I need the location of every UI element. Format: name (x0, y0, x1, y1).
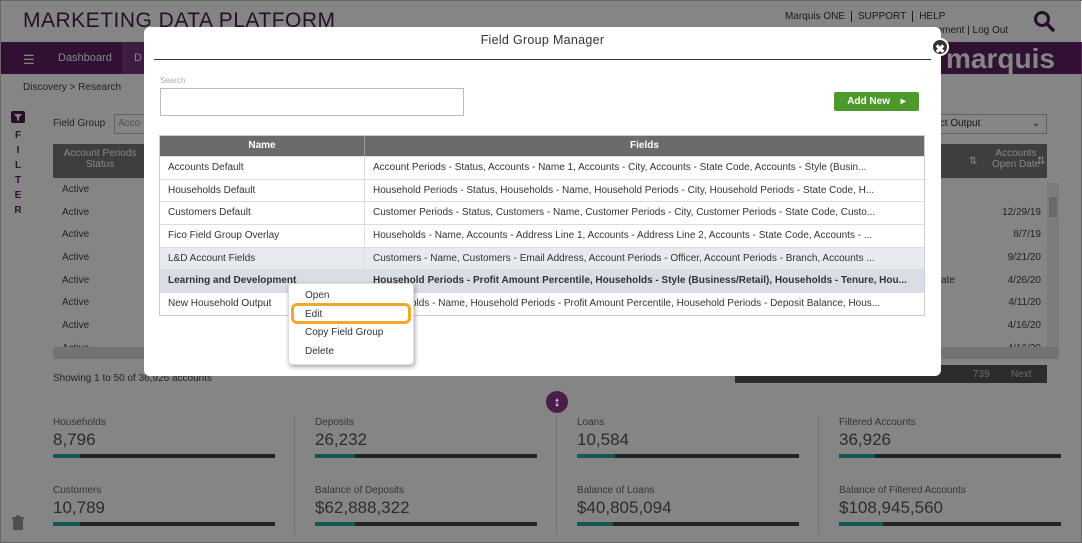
row-name: Customers Default (160, 202, 365, 225)
row-fields: Customer Periods - Status, Customers - N… (373, 207, 876, 219)
menu-item-delete[interactable]: Delete (305, 346, 334, 357)
row-name: Fico Field Group Overlay (160, 225, 365, 247)
table-row[interactable]: Accounts Default Account Periods - Statu… (160, 156, 924, 179)
row-fields: olds - Name, Household Periods - Profit … (365, 293, 924, 315)
field-group-table: Name Fields Accounts Default Account Per… (159, 135, 925, 316)
close-icon[interactable]: ✖ (931, 38, 949, 56)
table-row[interactable]: Customers Default Customer Periods - Sta… (160, 201, 924, 225)
chevron-right-icon: ▸ (900, 96, 906, 107)
row-fields: Customers - Name, Customers - Email Addr… (373, 252, 875, 264)
table-row[interactable]: Households Default Household Periods - S… (160, 178, 924, 202)
context-menu: Open Edit Copy Field Group Delete (288, 283, 414, 365)
field-group-manager-dialog: Field Group Manager Search Add New ▸ Nam… (144, 27, 941, 376)
table-row[interactable]: New Household Output olds - Name, Househ… (160, 292, 924, 315)
row-fields-text: olds - Name, Household Periods - Profit … (411, 298, 881, 310)
search-input[interactable] (160, 88, 464, 116)
menu-item-copy-field-group[interactable]: Copy Field Group (305, 327, 383, 338)
edit-highlight-outline (291, 303, 411, 324)
table-row[interactable]: L&D Account Fields Customers - Name, Cus… (160, 246, 924, 270)
dialog-title: Field Group Manager (154, 33, 931, 60)
column-header-name[interactable]: Name (160, 136, 365, 156)
table-header: Name Fields (160, 136, 924, 156)
row-name: Accounts Default (160, 157, 365, 179)
resize-handle-icon[interactable]: ↕ (546, 391, 568, 413)
column-header-fields[interactable]: Fields (365, 136, 924, 156)
search-label: Search (160, 76, 186, 85)
row-fields: Account Periods - Status, Accounts - Nam… (373, 162, 867, 173)
table-row-selected[interactable]: Learning and Development Household Perio… (160, 269, 924, 293)
row-name: L&D Account Fields (160, 247, 365, 270)
row-fields: Household Periods - Profit Amount Percen… (373, 275, 907, 287)
row-fields: Households - Name, Accounts - Address Li… (373, 230, 873, 242)
table-row[interactable]: Fico Field Group Overlay Households - Na… (160, 224, 924, 247)
row-fields: Household Periods - Status, Households -… (373, 184, 875, 196)
add-new-label: Add New (847, 96, 890, 107)
row-name: Households Default (160, 179, 365, 202)
menu-item-open[interactable]: Open (305, 290, 329, 301)
add-new-button[interactable]: Add New ▸ (834, 92, 919, 111)
